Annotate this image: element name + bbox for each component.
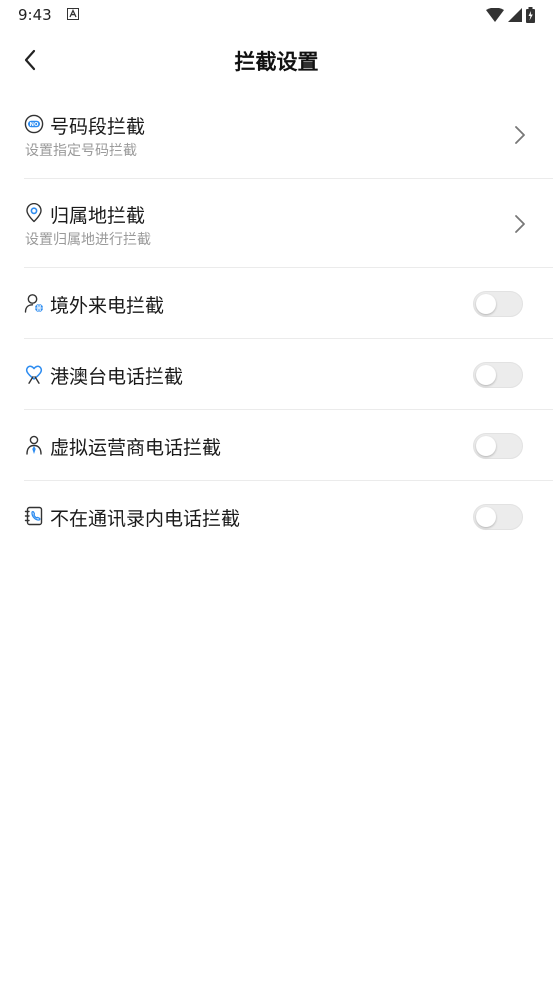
row-title: 港澳台电话拦截 <box>50 366 184 388</box>
app-bar: 拦截设置 <box>0 30 553 90</box>
toggle-knob <box>476 436 496 456</box>
settings-list: NO 号码段拦截 设置指定号码拦截 归属地拦截 设置归属地进行拦截 境外来电拦截… <box>0 90 553 551</box>
toggle-knob <box>476 507 496 527</box>
number-segment-block-row[interactable]: NO 号码段拦截 设置指定号码拦截 <box>24 90 553 179</box>
location-pin-icon <box>26 203 42 223</box>
status-bar: 9:43 <box>0 0 553 30</box>
number-segment-icon: NO <box>24 114 44 134</box>
overseas-call-block-row[interactable]: 境外来电拦截 <box>24 268 553 339</box>
overseas-caller-icon <box>24 294 43 313</box>
overseas-call-toggle[interactable] <box>473 291 523 317</box>
battery-icon <box>526 7 535 23</box>
virtual-operator-block-row[interactable]: 虚拟运营商电话拦截 <box>24 410 553 481</box>
chevron-right-icon <box>515 215 525 233</box>
status-time: 9:43 <box>18 6 52 24</box>
signal-icon <box>508 8 522 22</box>
row-title: 虚拟运营商电话拦截 <box>50 437 222 459</box>
toggle-knob <box>476 294 496 314</box>
location-block-row[interactable]: 归属地拦截 设置归属地进行拦截 <box>24 179 553 268</box>
row-title: 号码段拦截 <box>50 116 146 138</box>
status-indicators <box>486 7 535 23</box>
chevron-right-icon <box>515 126 525 144</box>
contacts-book-icon <box>24 506 43 526</box>
virtual-operator-toggle[interactable] <box>473 433 523 459</box>
wifi-icon <box>486 8 504 22</box>
hk-mo-tw-block-row[interactable]: 港澳台电话拦截 <box>24 339 553 410</box>
virtual-operator-icon <box>26 435 42 455</box>
not-in-contacts-block-row[interactable]: 不在通讯录内电话拦截 <box>24 481 553 551</box>
row-title: 归属地拦截 <box>50 205 146 227</box>
row-title: 不在通讯录内电话拦截 <box>50 508 241 530</box>
page-title: 拦截设置 <box>234 50 319 74</box>
row-subtitle: 设置归属地进行拦截 <box>25 232 151 248</box>
hk-mo-tw-icon <box>25 365 43 384</box>
not-in-contacts-toggle[interactable] <box>473 504 523 530</box>
row-title: 境外来电拦截 <box>50 295 165 317</box>
svg-text:NO: NO <box>30 122 39 128</box>
hk-mo-tw-toggle[interactable] <box>473 362 523 388</box>
row-subtitle: 设置指定号码拦截 <box>25 143 137 159</box>
toggle-knob <box>476 365 496 385</box>
notification-a-icon <box>67 8 79 20</box>
